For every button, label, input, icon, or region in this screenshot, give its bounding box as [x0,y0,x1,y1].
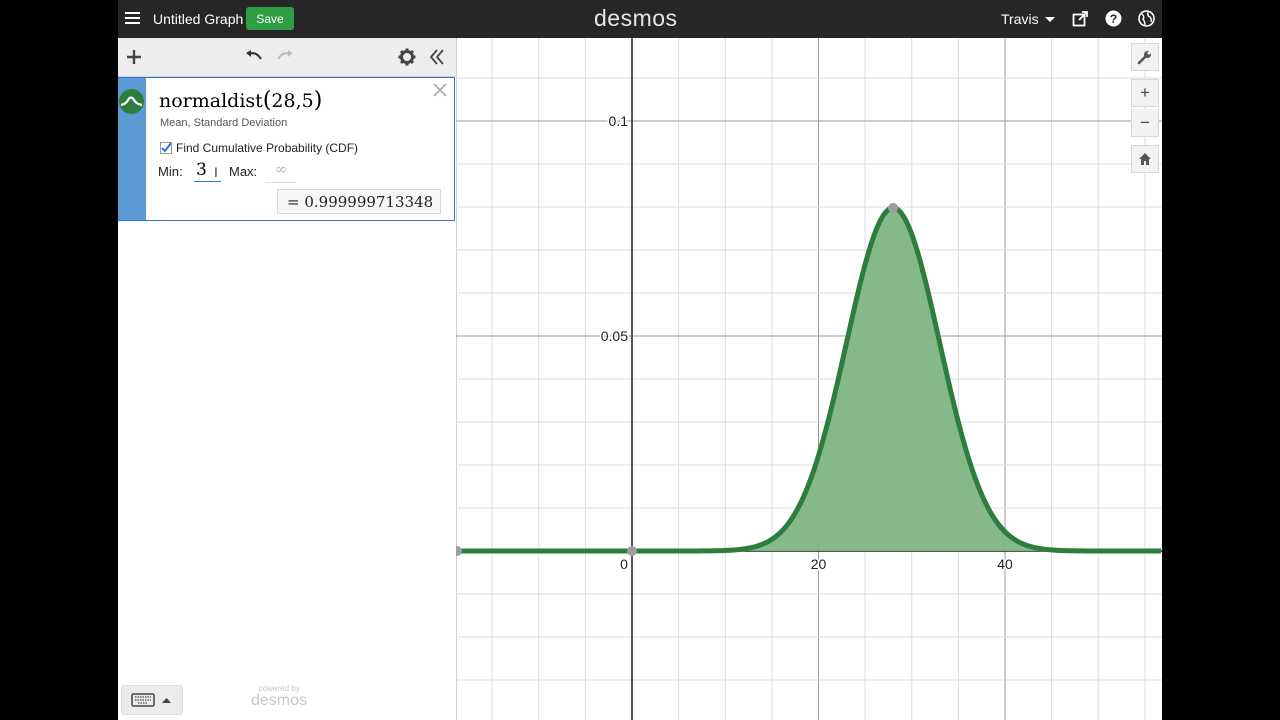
keyboard-icon [131,693,171,707]
graph-canvas[interactable]: 0.1 0.05 0 20 40 [452,38,1162,720]
graph-paper[interactable]: 0.1 0.05 0 20 40 [452,38,1162,720]
add-expression-icon[interactable] [124,47,144,67]
x-tick-label: 40 [997,556,1013,572]
top-bar: Untitled Graph Save desmos Travis ? [118,0,1162,38]
y-tick-label: 0.1 [609,113,629,129]
expression-panel: normaldist(28,5) Mean, Standard Deviatio… [118,38,457,720]
undo-icon[interactable] [244,47,264,67]
help-icon[interactable]: ? [1105,10,1122,27]
svg-text:?: ? [1110,12,1117,26]
redo-icon[interactable] [275,47,295,67]
default-view-button[interactable] [1131,145,1159,173]
user-name: Travis [1001,11,1039,27]
save-button[interactable]: Save [246,7,294,30]
zoom-out-button[interactable]: − [1131,109,1159,137]
close-icon[interactable] [432,82,448,98]
distribution-args: 28,5 [271,90,314,112]
min-label: Min: [158,164,183,179]
powered-by-brand: desmos [251,692,308,709]
close-paren: ) [313,88,323,113]
cdf-checkbox[interactable] [160,142,172,154]
collapse-panel-icon[interactable] [427,47,447,67]
parameter-note: Mean, Standard Deviation [160,117,288,129]
x-tick-label: 0 [620,556,628,572]
cdf-result: = 0.999999713348 [277,189,441,214]
distribution-formula[interactable]: normaldist(28,5) [159,88,322,113]
caret-down-icon [1044,17,1055,22]
hamburger-menu-icon[interactable] [124,9,142,29]
max-label: Max: [229,164,258,179]
graph-settings-wrench-icon[interactable] [1131,43,1159,71]
settings-gear-icon[interactable] [397,47,417,67]
expression-toolbar [118,38,456,77]
y-tick-label: 0.05 [601,328,628,344]
globe-icon[interactable] [1138,10,1155,27]
color-toggle[interactable] [119,89,144,114]
x-tick-label: 20 [811,556,827,572]
powered-by-desmos: powered by desmos [251,684,307,710]
zoom-in-button[interactable]: + [1131,79,1159,107]
cdf-option[interactable]: Find Cumulative Probability (CDF) [160,141,358,155]
wrench-icon [1137,50,1152,65]
text-cursor-icon: I [214,164,218,180]
expression-tab[interactable] [118,78,146,220]
desmos-app: Untitled Graph Save desmos Travis ? norm… [118,0,1162,720]
user-menu[interactable]: Travis [1001,11,1055,27]
share-icon[interactable] [1072,10,1089,27]
normal-curve-icon [120,96,143,107]
cdf-label: Find Cumulative Probability (CDF) [176,141,359,155]
max-input[interactable]: ∞ [266,160,296,183]
expression-item[interactable]: normaldist(28,5) Mean, Standard Deviatio… [118,77,455,221]
peak-point [888,202,899,213]
desmos-logo: desmos [594,5,678,31]
distribution-name: normaldist [159,90,263,112]
home-icon [1139,153,1151,165]
min-bound-point [452,546,462,556]
origin-point [627,546,637,556]
graph-title[interactable]: Untitled Graph [153,11,243,27]
keyboard-toggle[interactable] [121,685,183,715]
